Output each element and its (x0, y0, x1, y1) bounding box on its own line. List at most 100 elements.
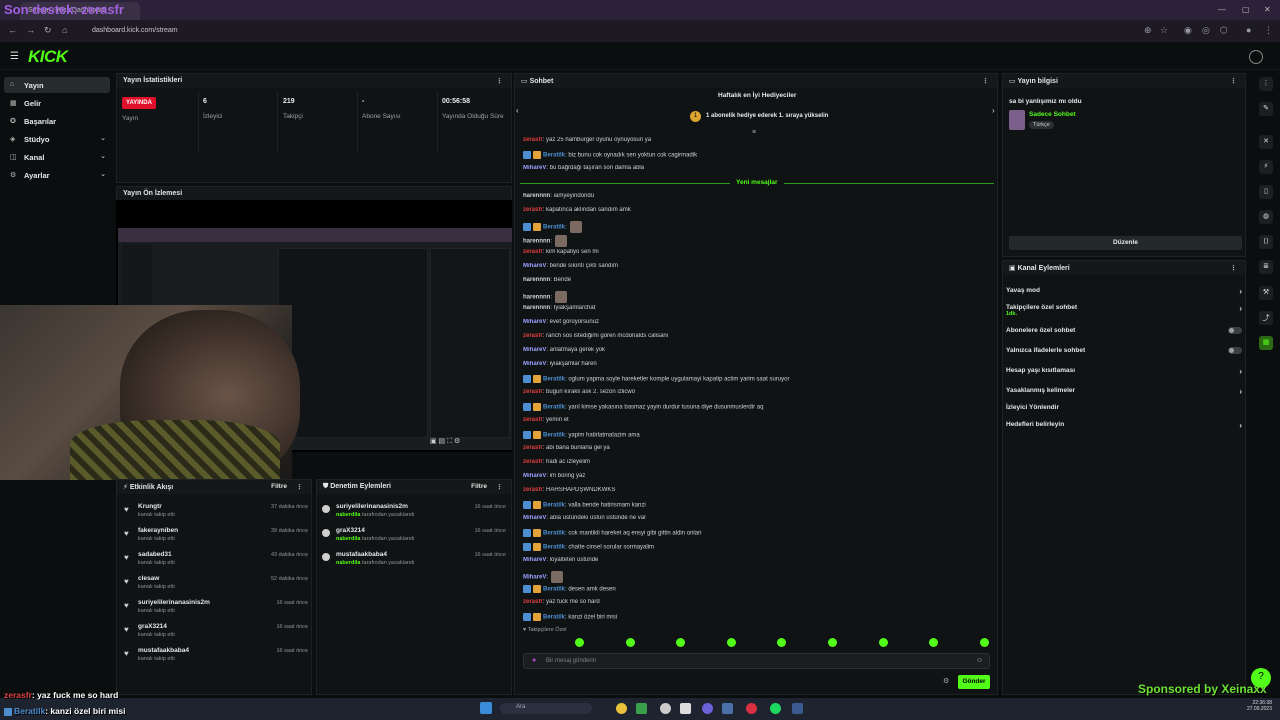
share-icon[interactable]: ⤴ (1259, 311, 1273, 325)
more-options-icon[interactable]: ⋮ (1230, 264, 1237, 272)
swords-icon[interactable]: ✕ (1259, 135, 1273, 149)
edit-stream-info-button[interactable]: Düzenle (1009, 236, 1242, 250)
category-name[interactable]: Sadece Sohbet (1029, 111, 1076, 118)
chat-bubble-icon[interactable]: ◍ (1259, 210, 1273, 224)
chat-username[interactable]: harennnn (523, 295, 550, 301)
toggle-switch[interactable] (1228, 327, 1242, 334)
steam-icon[interactable] (792, 703, 803, 714)
zoom-icon[interactable]: ⊕ (1144, 25, 1152, 36)
channel-action-item[interactable]: Yalnızca ifadelerle sohbet (1006, 347, 1242, 365)
chevron-left-icon[interactable]: ‹ (516, 106, 519, 115)
channel-action-item[interactable]: İzleyici Yönlendir (1006, 404, 1242, 422)
windows-start-icon[interactable] (480, 702, 492, 714)
chat-username[interactable]: Beratilk (543, 153, 565, 159)
emoji-icon[interactable]: ☺ (976, 657, 983, 664)
more-options-icon[interactable]: ⋮ (982, 77, 989, 85)
opera-icon[interactable] (746, 703, 757, 714)
moderator-name[interactable]: naberdila (336, 536, 360, 542)
moderation-user[interactable]: suriyelilerinanasinis2m (336, 503, 408, 510)
lightning-icon[interactable]: ⚡ (1259, 160, 1273, 174)
taskbar-clock[interactable]: 22:36:38 27.09.2023 (1236, 700, 1272, 712)
chat-username[interactable]: zerasfr (523, 599, 543, 605)
profile-icon[interactable]: ● (1246, 25, 1251, 35)
moderator-name[interactable]: naberdila (336, 512, 360, 518)
sidebar-item-studio[interactable]: ◈ Stüdyo ⌄ (4, 131, 110, 147)
chrome-icon[interactable] (616, 703, 627, 714)
send-button[interactable]: Gönder (958, 675, 990, 689)
chat-username[interactable]: MihareV (523, 515, 546, 521)
chat-username[interactable]: harennnn (523, 277, 550, 283)
sidebar-item-stream[interactable]: ⌂ Yayın (4, 77, 110, 93)
forward-icon[interactable]: → (26, 25, 35, 35)
extension-icon[interactable]: ◉ (1184, 25, 1192, 36)
pencil-icon[interactable]: ✎ (1259, 102, 1273, 116)
chat-username[interactable]: Beratilk (543, 615, 565, 621)
chat-username[interactable]: zerasfr (523, 487, 543, 493)
steam-icon[interactable] (722, 703, 733, 714)
back-icon[interactable]: ← (8, 25, 17, 35)
chat-username[interactable]: Beratilk (543, 377, 565, 383)
quick-emote-icon[interactable] (979, 638, 989, 647)
extension-icon[interactable]: ⬡ (1220, 25, 1228, 36)
toggle-switch[interactable] (1228, 347, 1242, 354)
mobile-icon[interactable]: ▯ (1259, 185, 1273, 199)
chat-username[interactable]: zerasfr (523, 249, 543, 255)
chat-input[interactable]: ● Bir mesaj gönderin ☺ (523, 653, 990, 669)
chat-username[interactable]: Beratilk (543, 503, 565, 509)
sidebar-item-channel[interactable]: ◫ Kanal ⌄ (4, 149, 110, 165)
channel-action-item[interactable]: Hesap yaşı kısıtlaması › (1006, 367, 1242, 385)
chat-username[interactable]: zerasfr (523, 459, 543, 465)
chevron-right-icon[interactable]: › (992, 106, 995, 115)
xbox-icon[interactable] (636, 703, 647, 714)
chat-username[interactable]: MihareV (523, 319, 546, 325)
mic-icon[interactable]: ● (532, 657, 536, 664)
chat-username[interactable]: Beratilk (543, 225, 565, 231)
quick-emote-icon[interactable] (625, 638, 635, 647)
more-options-icon[interactable]: ⋮ (496, 483, 503, 491)
rail-more-icon[interactable]: ⋮ (1259, 77, 1273, 91)
channel-action-item[interactable]: Takipçilere özel sohbet 1dk. › (1006, 304, 1242, 322)
reload-icon[interactable]: ↻ (44, 25, 52, 36)
user-avatar[interactable] (1249, 50, 1263, 64)
chat-username[interactable]: zerasfr (523, 137, 543, 143)
channel-action-item[interactable]: Hedefleri belirleyin › (1006, 421, 1242, 439)
collapse-icon[interactable]: ≡ (752, 129, 756, 136)
chat-username[interactable]: MihareV (523, 263, 546, 269)
sidebar-item-revenue[interactable]: ▦ Gelir (4, 95, 110, 111)
sidebar-item-settings[interactable]: ⚙ Ayarlar ⌄ (4, 167, 110, 183)
url-field[interactable]: dashboard.kick.com/stream (92, 27, 178, 34)
chat-username[interactable]: Beratilk (543, 531, 565, 537)
preview-controls[interactable]: ▣ ▤ ⛶ ⚙ (430, 437, 460, 446)
quick-emote-icon[interactable] (575, 638, 584, 647)
discord-icon[interactable] (702, 703, 713, 714)
chat-username[interactable]: Beratilk (543, 433, 565, 439)
close-icon[interactable]: ✕ (1264, 5, 1271, 14)
quick-emote-icon[interactable] (828, 638, 837, 647)
moderator-name[interactable]: naberdila (336, 560, 360, 566)
moderation-user[interactable]: mustafaakbaba4 (336, 551, 387, 558)
taskbar-app-icon[interactable] (680, 703, 691, 714)
chat-username[interactable]: MihareV (523, 165, 546, 171)
moderation-filter-button[interactable]: Filtre (471, 483, 487, 490)
more-options-icon[interactable]: ⋮ (496, 77, 503, 85)
code-icon[interactable]: ⟨⟩ (1259, 235, 1273, 249)
activity-user[interactable]: clesaw (138, 575, 159, 582)
activity-filter-button[interactable]: Filtre (271, 483, 287, 490)
kick-logo[interactable]: KICK (28, 47, 68, 67)
activity-user[interactable]: suriyelilerinanasinis2m (138, 599, 210, 606)
chat-username[interactable]: harennnn (523, 305, 550, 311)
channel-action-item[interactable]: Yavaş mod › (1006, 287, 1242, 305)
chat-username[interactable]: zerasfr (523, 389, 543, 395)
chat-username[interactable]: zerasfr (523, 417, 543, 423)
home-icon[interactable]: ⌂ (62, 25, 67, 35)
more-options-icon[interactable]: ⋮ (1230, 77, 1237, 85)
chat-username[interactable]: MihareV (523, 575, 546, 581)
chat-username[interactable]: zerasfr (523, 445, 543, 451)
more-options-icon[interactable]: ⋮ (296, 483, 303, 491)
channel-action-item[interactable]: Yasaklanmış kelimeler › (1006, 387, 1242, 405)
chat-username[interactable]: zerasfr (523, 333, 543, 339)
channel-action-item[interactable]: Abonelere özel sohbet (1006, 327, 1242, 345)
activity-user[interactable]: Krungtr (138, 503, 162, 510)
chat-username[interactable]: zerasfr (523, 207, 543, 213)
activity-user[interactable]: mustafaakbaba4 (138, 647, 189, 654)
